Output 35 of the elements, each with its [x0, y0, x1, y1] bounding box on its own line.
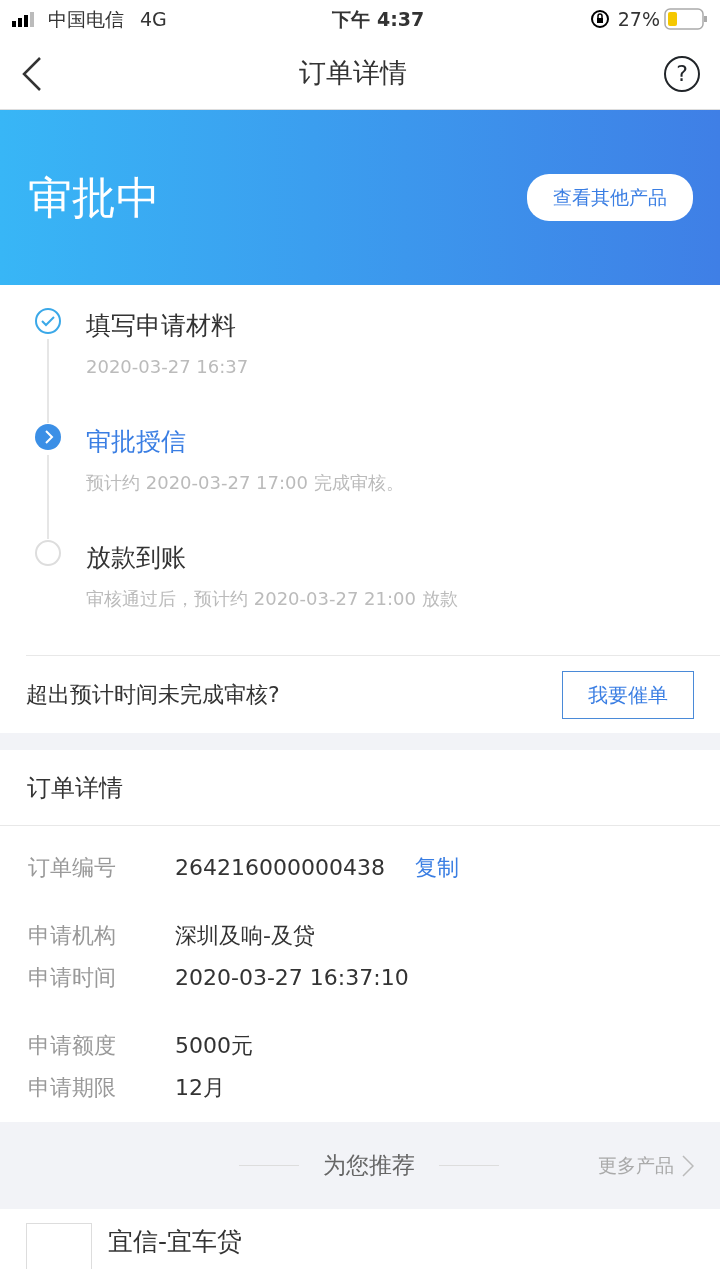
clock-time: 下午 4:37 — [332, 6, 425, 32]
step-title: 填写申请材料 — [86, 310, 237, 342]
field-value: 深圳及响-及贷 — [175, 921, 315, 950]
urge-button[interactable]: 我要催单 — [562, 670, 694, 719]
step-note: 预计约 2020-03-27 17:00 完成审核。 — [86, 470, 404, 495]
carrier-name: 中国电信 — [48, 6, 124, 32]
rotation-lock-icon — [589, 9, 610, 29]
battery-icon — [664, 8, 708, 30]
page-title: 订单详情 — [299, 56, 407, 91]
step-title: 放款到账 — [86, 542, 187, 574]
back-button[interactable] — [20, 55, 42, 92]
other-products-button[interactable]: 查看其他产品 — [527, 174, 693, 221]
chevron-right-icon — [682, 1154, 694, 1177]
status-text: 审批中 — [28, 170, 160, 225]
field-label: 申请期限 — [28, 1073, 117, 1102]
field-label: 申请时间 — [28, 963, 117, 992]
field-value: 5000元 — [175, 1031, 253, 1060]
step-note: 审核通过后，预计约 2020-03-27 21:00 放款 — [86, 586, 458, 611]
field-label: 订单编号 — [28, 853, 117, 882]
step-title: 审批授信 — [86, 426, 187, 458]
field-label: 申请额度 — [28, 1031, 117, 1060]
section-title: 为您推荐 — [323, 1151, 415, 1181]
field-value: 12月 — [175, 1073, 225, 1102]
battery-percent: 27% — [617, 6, 660, 32]
field-value: 264216000000438 — [175, 853, 385, 882]
more-products-link[interactable]: 更多产品 — [598, 1151, 694, 1180]
urge-question: 超出预计时间未完成审核? — [26, 681, 280, 709]
field-value: 2020-03-27 16:37:10 — [175, 963, 409, 992]
section-title: 订单详情 — [0, 750, 720, 826]
field-label: 申请机构 — [28, 921, 117, 950]
copy-link[interactable]: 复制 — [414, 850, 459, 884]
help-button[interactable]: ? — [664, 55, 700, 92]
network-type: 4G — [140, 6, 167, 32]
product-name: 宜信-宜车贷 — [108, 1226, 243, 1258]
step-note: 2020-03-27 16:37 — [86, 354, 249, 379]
